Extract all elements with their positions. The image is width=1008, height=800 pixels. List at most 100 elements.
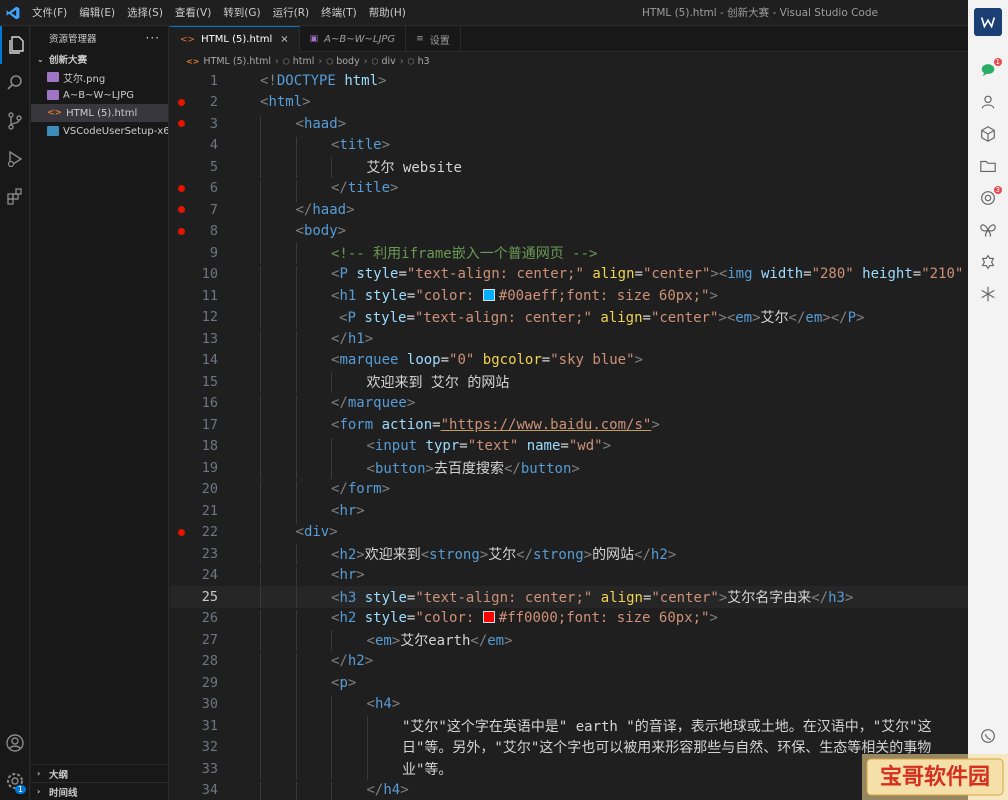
breakpoint-gutter[interactable] <box>170 227 192 235</box>
breakpoint-gutter[interactable] <box>170 184 192 192</box>
file-item[interactable]: VSCodeUserSetup-x6... <box>31 122 168 140</box>
code-line[interactable]: 6 </title> <box>170 178 968 202</box>
moments-icon[interactable]: 3 <box>968 182 1008 214</box>
code-line[interactable]: 32 日"等。另外，"艾尔"这个字也可以被用来形容那些与自然、环保、生态等相关的事… <box>170 737 968 759</box>
spark-icon[interactable] <box>968 278 1008 310</box>
breakpoint-icon[interactable] <box>177 528 185 536</box>
code-line[interactable]: 12 <P style="text-align: center;" align="… <box>170 307 968 329</box>
butterfly-icon[interactable] <box>968 214 1008 246</box>
chat-icon[interactable]: 1 <box>968 54 1008 86</box>
code-token: div <box>303 524 330 541</box>
code-line[interactable]: 15 欢迎来到 艾尔 的网站 <box>170 371 968 394</box>
code-line[interactable]: 27 <em>艾尔earth</em> <box>170 629 968 652</box>
code-token: > <box>337 223 347 240</box>
code-line[interactable]: 2 <html> <box>170 92 968 114</box>
file-item[interactable]: A~B~W~LJPG <box>31 86 168 104</box>
indent-guide <box>295 629 297 652</box>
code-line[interactable]: 14 <marquee loop="0" bgcolor="sky blue"> <box>170 350 968 374</box>
code-line[interactable]: 18 <input typr="text" name="wd"> <box>170 436 968 460</box>
editor-tab[interactable]: ≡ 设置 <box>406 26 461 52</box>
code-line[interactable]: 9 <!-- 利用iframe嵌入一个普通网页 --> <box>170 242 968 265</box>
code-line[interactable]: 16 </marquee> <box>170 393 968 417</box>
code-line[interactable]: 1 <!DOCTYPE html> <box>170 70 968 92</box>
mini-program-icon[interactable] <box>968 246 1008 278</box>
breakpoint-icon[interactable] <box>177 184 185 192</box>
menu-item[interactable]: 文件(F) <box>26 5 73 20</box>
editor-tab[interactable]: <> HTML (5).html × <box>170 26 300 52</box>
phone-icon[interactable] <box>968 720 1008 752</box>
code-line[interactable]: 19 <button>去百度搜索</button> <box>170 457 968 480</box>
menu-item[interactable]: 帮助(H) <box>363 5 412 20</box>
indent-guide <box>331 629 332 652</box>
code-token: > <box>364 330 374 347</box>
code-line[interactable]: 3 <haad> <box>170 113 968 138</box>
manage-gear-icon[interactable]: 1 <box>0 762 30 800</box>
file-item[interactable]: 艾尔.png <box>31 68 168 86</box>
breakpoint-gutter[interactable] <box>170 98 192 106</box>
menu-item[interactable]: 编辑(E) <box>73 5 121 20</box>
breadcrumb-item[interactable]: html <box>293 56 315 67</box>
breadcrumb-item[interactable]: HTML (5).html <box>203 56 271 67</box>
menu-item[interactable]: 转到(G) <box>217 5 266 20</box>
code-line[interactable]: 29 <p> <box>170 672 968 697</box>
code-line[interactable]: 10 <P style="text-align: center;" align="… <box>170 264 968 288</box>
code-line[interactable]: 13 </h1> <box>170 328 968 353</box>
contacts-icon[interactable] <box>968 86 1008 118</box>
code-line[interactable]: 17 <form action="https://www.baidu.com/s"… <box>170 414 968 439</box>
breakpoint-icon[interactable] <box>177 98 185 106</box>
outline-section[interactable]: › 大纲 <box>31 764 169 782</box>
code-line[interactable]: 22 <div> <box>170 522 968 546</box>
extensions-icon[interactable] <box>0 178 30 216</box>
more-actions-icon[interactable]: ··· <box>146 31 160 45</box>
code-line[interactable]: 5 艾尔 website <box>170 156 968 179</box>
code-line[interactable]: 34 </h4> <box>170 780 968 800</box>
timeline-section[interactable]: › 时间线 <box>31 782 169 800</box>
code-line[interactable]: 24 <hr> <box>170 565 968 589</box>
editor-tab[interactable]: ▣ A~B~W~LJPG <box>300 26 407 52</box>
code-line[interactable]: 23 <h2>欢迎来到<strong>艾尔</strong>的网站</h2> <box>170 543 968 566</box>
explorer-icon[interactable] <box>0 26 30 64</box>
menu-item[interactable]: 终端(T) <box>315 5 363 20</box>
code-line[interactable]: 7 </haad> <box>170 199 968 224</box>
search-icon[interactable] <box>0 64 30 102</box>
code-token: </ <box>788 310 806 327</box>
account-icon[interactable] <box>0 724 30 762</box>
file-item[interactable]: <> HTML (5).html <box>31 104 168 122</box>
code-token: 欢迎来到 艾尔 的网站 <box>366 374 510 391</box>
folder-icon[interactable] <box>968 150 1008 182</box>
breadcrumb-item[interactable]: h3 <box>418 56 430 67</box>
sidebar-title: 资源管理器 <box>49 34 97 45</box>
code-line[interactable]: 20 </form> <box>170 479 968 503</box>
code-line[interactable]: 25 <h3 style="text-align: center;" align=… <box>170 586 968 609</box>
breakpoint-gutter[interactable] <box>170 120 192 128</box>
breakpoint-icon[interactable] <box>177 120 185 128</box>
run-debug-icon[interactable] <box>0 140 30 178</box>
menu-item[interactable]: 查看(V) <box>169 5 217 20</box>
code-line[interactable]: 30 <h4> <box>170 694 968 718</box>
code-editor[interactable]: 1 <!DOCTYPE html> 2 <html> 3 <haad> 4 <title> 5 艾… <box>170 70 968 800</box>
breakpoint-icon[interactable] <box>177 206 185 214</box>
breadcrumb-item[interactable]: div <box>382 56 396 67</box>
breakpoint-gutter[interactable] <box>170 528 192 536</box>
code-line[interactable]: 26 <h2 style="color: #ff0000;font: size 6… <box>170 608 968 632</box>
code-token: "text-align: center;" <box>406 266 584 283</box>
code-line[interactable]: 4 <title> <box>170 135 968 159</box>
code-line[interactable]: 8 <body> <box>170 221 968 245</box>
code-line[interactable]: 33 业"等。 <box>170 758 968 781</box>
source-control-icon[interactable] <box>0 102 30 140</box>
workspace-folder[interactable]: ⌄ 创新大赛 <box>31 50 168 68</box>
breadcrumb-item[interactable]: body <box>336 56 360 67</box>
app-avatar[interactable] <box>968 0 1008 44</box>
cube-icon[interactable] <box>968 118 1008 150</box>
code-line[interactable]: 28 </h2> <box>170 651 968 675</box>
code-line[interactable]: 31 "艾尔"这个字在英语中是" earth "的音译，表示地球或土地。在汉语中，… <box>170 715 968 738</box>
code-text: </h1> <box>260 330 374 353</box>
close-icon[interactable]: × <box>280 34 288 45</box>
breakpoint-gutter[interactable] <box>170 206 192 214</box>
code-line[interactable]: 11 <h1 style="color: #00aeff;font: size 6… <box>170 285 968 310</box>
menu-item[interactable]: 选择(S) <box>121 5 169 20</box>
code-line[interactable]: 21 <hr> <box>170 500 968 525</box>
menu-item[interactable]: 运行(R) <box>267 5 316 20</box>
breakpoint-icon[interactable] <box>177 227 185 235</box>
